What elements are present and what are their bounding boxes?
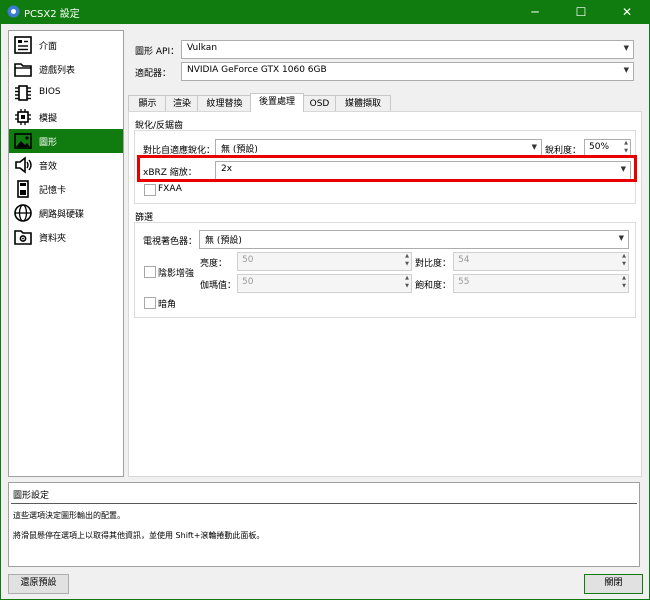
brightness-spinbox[interactable]: 50 ▲ ▼ bbox=[237, 252, 412, 271]
minimize-button[interactable]: ─ bbox=[512, 0, 558, 24]
sidebar-item-network-hdd[interactable]: 網路與硬碟 bbox=[9, 201, 123, 225]
vignette-checkbox[interactable] bbox=[144, 297, 156, 309]
contrast-label: 對比度： bbox=[415, 259, 452, 269]
shade-boost-label: 陰影增強 bbox=[158, 269, 195, 279]
gamma-spinbox[interactable]: 50 ▲ ▼ bbox=[237, 274, 412, 293]
sidebar-item-audio[interactable]: 音效 bbox=[9, 153, 123, 177]
vignette-label: 暗角 bbox=[158, 300, 177, 310]
spin-down-icon[interactable]: ▼ bbox=[622, 261, 626, 267]
shade-boost-checkbox[interactable] bbox=[144, 266, 156, 278]
brightness-value: 50 bbox=[242, 255, 254, 265]
description-line-1: 這些選項決定圖形輸出的配置。 bbox=[13, 511, 125, 520]
sidebar-item-game-list[interactable]: 遊戲列表 bbox=[9, 57, 123, 81]
spin-down-icon[interactable]: ▼ bbox=[624, 148, 628, 154]
chip-icon bbox=[15, 85, 31, 101]
gamma-value: 50 bbox=[242, 277, 254, 287]
spin-up-icon[interactable]: ▲ bbox=[405, 275, 409, 281]
sidebar-item-interface[interactable]: 介面 bbox=[9, 33, 123, 57]
sidebar-item-label: 圖形 bbox=[39, 138, 58, 148]
fxaa-label: FXAA bbox=[158, 184, 182, 194]
sidebar-item-graphics[interactable]: 圖形 bbox=[9, 129, 123, 153]
spin-down-icon[interactable]: ▼ bbox=[405, 261, 409, 267]
sidebar-item-label: 音效 bbox=[39, 162, 58, 172]
globe-icon bbox=[14, 204, 32, 222]
saturation-value: 55 bbox=[458, 277, 470, 287]
sidebar-item-memory-card[interactable]: 記憶卡 bbox=[9, 177, 123, 201]
sidebar-item-emulation[interactable]: 模擬 bbox=[9, 105, 123, 129]
chevron-down-icon: ▼ bbox=[618, 234, 624, 242]
description-line-2: 將滑鼠懸停在選項上以取得其他資訊，並使用 Shift+滾輪捲動此面板。 bbox=[13, 531, 265, 540]
sidebar-item-label: 介面 bbox=[39, 42, 58, 52]
tab-post-processing[interactable]: 後置處理 bbox=[250, 93, 304, 112]
spin-up-icon[interactable]: ▲ bbox=[622, 275, 626, 281]
maximize-button[interactable]: ☐ bbox=[558, 0, 604, 24]
sidebar-item-label: 記憶卡 bbox=[39, 186, 67, 196]
close-button[interactable]: 關閉 bbox=[584, 574, 643, 594]
sidebar-item-label: 網路與硬碟 bbox=[39, 210, 85, 220]
graphics-api-value: Vulkan bbox=[187, 43, 218, 53]
divider bbox=[11, 503, 637, 504]
close-window-button[interactable]: ✕ bbox=[604, 0, 650, 24]
chevron-down-icon: ▼ bbox=[531, 143, 537, 151]
settings-folder-icon bbox=[14, 230, 32, 245]
window-title: PCSX2 設定 bbox=[24, 9, 80, 20]
fxaa-checkbox[interactable] bbox=[144, 184, 156, 196]
app-icon bbox=[7, 5, 20, 18]
contrast-spinbox[interactable]: 54 ▲ ▼ bbox=[453, 252, 629, 271]
spin-up-icon[interactable]: ▲ bbox=[405, 253, 409, 259]
adapter-value: NVIDIA GeForce GTX 1060 6GB bbox=[187, 65, 327, 75]
spin-down-icon[interactable]: ▼ bbox=[405, 283, 409, 289]
interface-icon bbox=[14, 36, 32, 54]
sidebar-item-label: 模擬 bbox=[39, 114, 58, 124]
brightness-label: 亮度： bbox=[200, 259, 228, 269]
graphics-api-label: 圖形 API： bbox=[135, 47, 180, 57]
contrast-value: 54 bbox=[458, 255, 470, 265]
highlight-box bbox=[137, 155, 637, 182]
sidebar-item-label: BIOS bbox=[39, 87, 61, 97]
title-bar: PCSX2 設定 ─ ☐ ✕ bbox=[0, 0, 650, 24]
spin-up-icon[interactable]: ▲ bbox=[622, 253, 626, 259]
adapter-label: 適配器： bbox=[135, 69, 172, 79]
tv-shader-value: 無 (預設) bbox=[205, 236, 242, 246]
spin-up-icon[interactable]: ▲ bbox=[624, 140, 628, 146]
restore-defaults-button[interactable]: 還原預設 bbox=[8, 574, 69, 594]
spin-down-icon[interactable]: ▼ bbox=[622, 283, 626, 289]
adapter-select[interactable]: NVIDIA GeForce GTX 1060 6GB ▼ bbox=[181, 62, 634, 81]
gamma-label: 伽瑪值： bbox=[200, 281, 237, 291]
folder-icon bbox=[14, 63, 32, 77]
sharpness-value: 50% bbox=[589, 142, 610, 152]
speaker-icon bbox=[15, 156, 32, 174]
emulation-icon bbox=[15, 109, 31, 125]
memory-card-icon bbox=[17, 180, 29, 198]
sidebar-item-folders[interactable]: 資料夾 bbox=[9, 225, 123, 249]
saturation-spinbox[interactable]: 55 ▲ ▼ bbox=[453, 274, 629, 293]
chevron-down-icon: ▼ bbox=[623, 66, 629, 74]
cas-value: 無 (預設) bbox=[221, 145, 258, 155]
sidebar-item-label: 資料夾 bbox=[39, 234, 67, 244]
saturation-label: 飽和度： bbox=[415, 281, 452, 291]
settings-sidebar: 介面 遊戲列表 BIOS 模擬 圖形 音效 記憶卡 網路與硬碟 資料夾 bbox=[8, 30, 124, 477]
graphics-api-select[interactable]: Vulkan ▼ bbox=[181, 40, 634, 59]
description-panel: 圖形設定 這些選項決定圖形輸出的配置。 將滑鼠懸停在選項上以取得其他資訊，並使用… bbox=[8, 482, 640, 567]
image-icon bbox=[14, 133, 32, 149]
description-title: 圖形設定 bbox=[13, 491, 50, 501]
chevron-down-icon: ▼ bbox=[623, 44, 629, 52]
tv-shader-select[interactable]: 無 (預設) ▼ bbox=[199, 230, 629, 249]
sidebar-item-bios[interactable]: BIOS bbox=[9, 81, 123, 105]
sidebar-item-label: 遊戲列表 bbox=[39, 66, 76, 76]
tv-shader-label: 電視著色器： bbox=[143, 237, 198, 247]
